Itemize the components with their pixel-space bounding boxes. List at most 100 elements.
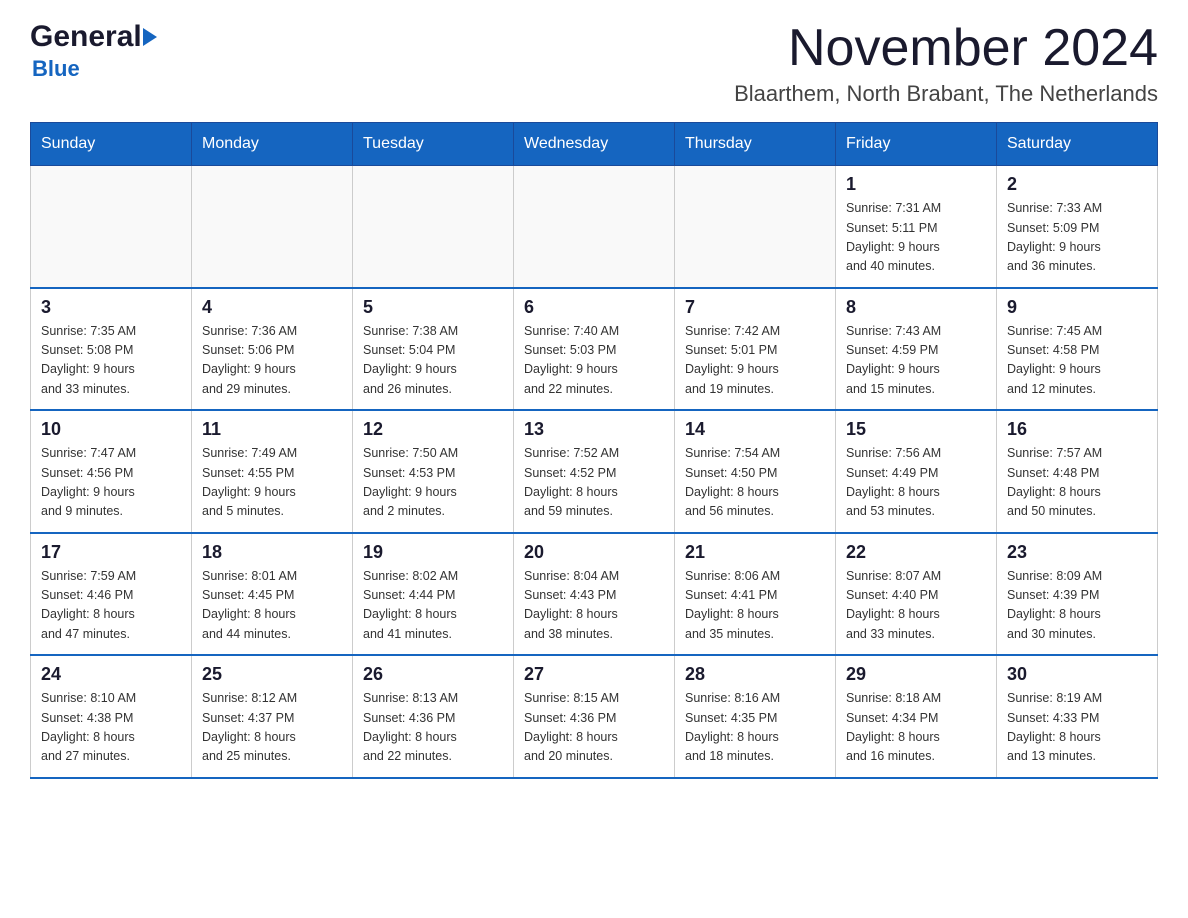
- day-number: 27: [524, 664, 664, 685]
- logo-general: General: [30, 20, 142, 54]
- day-info: Sunrise: 7:52 AM Sunset: 4:52 PM Dayligh…: [524, 444, 664, 522]
- day-info: Sunrise: 8:16 AM Sunset: 4:35 PM Dayligh…: [685, 689, 825, 767]
- day-number: 5: [363, 297, 503, 318]
- day-number: 12: [363, 419, 503, 440]
- day-number: 18: [202, 542, 342, 563]
- logo-blue: Blue: [32, 56, 80, 82]
- day-info: Sunrise: 7:59 AM Sunset: 4:46 PM Dayligh…: [41, 567, 181, 645]
- day-number: 26: [363, 664, 503, 685]
- day-header-sunday: Sunday: [31, 123, 192, 166]
- calendar-cell: 13 Sunrise: 7:52 AM Sunset: 4:52 PM Dayli…: [514, 410, 675, 533]
- calendar-week-2: 3Sunrise: 7:35 AM Sunset: 5:08 PM Daylig…: [31, 288, 1158, 411]
- calendar-table: SundayMondayTuesdayWednesdayThursdayFrid…: [30, 122, 1158, 779]
- logo: General Blue: [30, 20, 157, 82]
- calendar-cell: 24 Sunrise: 8:10 AM Sunset: 4:38 PM Dayli…: [31, 655, 192, 778]
- day-header-friday: Friday: [836, 123, 997, 166]
- day-number: 19: [363, 542, 503, 563]
- day-info: Sunrise: 7:36 AM Sunset: 5:06 PM Dayligh…: [202, 322, 342, 400]
- day-header-tuesday: Tuesday: [353, 123, 514, 166]
- day-number: 20: [524, 542, 664, 563]
- calendar-cell: 9 Sunrise: 7:45 AM Sunset: 4:58 PM Daylig…: [997, 288, 1158, 411]
- day-number: 29: [846, 664, 986, 685]
- day-number: 30: [1007, 664, 1147, 685]
- calendar-cell: 21Sunrise: 8:06 AM Sunset: 4:41 PM Dayli…: [675, 533, 836, 656]
- calendar-cell: 10 Sunrise: 7:47 AM Sunset: 4:56 PM Dayli…: [31, 410, 192, 533]
- day-info: Sunrise: 7:54 AM Sunset: 4:50 PM Dayligh…: [685, 444, 825, 522]
- day-info: Sunrise: 7:38 AM Sunset: 5:04 PM Dayligh…: [363, 322, 503, 400]
- calendar-cell: 28 Sunrise: 8:16 AM Sunset: 4:35 PM Dayli…: [675, 655, 836, 778]
- day-number: 8: [846, 297, 986, 318]
- calendar-cell: 20 Sunrise: 8:04 AM Sunset: 4:43 PM Dayli…: [514, 533, 675, 656]
- day-info: Sunrise: 8:19 AM Sunset: 4:33 PM Dayligh…: [1007, 689, 1147, 767]
- calendar-cell: 8 Sunrise: 7:43 AM Sunset: 4:59 PM Daylig…: [836, 288, 997, 411]
- calendar-body: 1 Sunrise: 7:31 AM Sunset: 5:11 PM Daylig…: [31, 166, 1158, 778]
- day-info: Sunrise: 8:18 AM Sunset: 4:34 PM Dayligh…: [846, 689, 986, 767]
- calendar-week-3: 10 Sunrise: 7:47 AM Sunset: 4:56 PM Dayli…: [31, 410, 1158, 533]
- day-info: Sunrise: 8:09 AM Sunset: 4:39 PM Dayligh…: [1007, 567, 1147, 645]
- day-info: Sunrise: 8:02 AM Sunset: 4:44 PM Dayligh…: [363, 567, 503, 645]
- day-info: Sunrise: 8:10 AM Sunset: 4:38 PM Dayligh…: [41, 689, 181, 767]
- day-number: 14: [685, 419, 825, 440]
- calendar-cell: 26 Sunrise: 8:13 AM Sunset: 4:36 PM Dayli…: [353, 655, 514, 778]
- day-number: 23: [1007, 542, 1147, 563]
- day-info: Sunrise: 7:49 AM Sunset: 4:55 PM Dayligh…: [202, 444, 342, 522]
- day-number: 28: [685, 664, 825, 685]
- calendar-header-row: SundayMondayTuesdayWednesdayThursdayFrid…: [31, 123, 1158, 166]
- day-number: 1: [846, 174, 986, 195]
- calendar-cell: 18 Sunrise: 8:01 AM Sunset: 4:45 PM Dayli…: [192, 533, 353, 656]
- day-number: 24: [41, 664, 181, 685]
- day-number: 9: [1007, 297, 1147, 318]
- calendar-week-5: 24 Sunrise: 8:10 AM Sunset: 4:38 PM Dayli…: [31, 655, 1158, 778]
- day-info: Sunrise: 7:42 AM Sunset: 5:01 PM Dayligh…: [685, 322, 825, 400]
- day-number: 22: [846, 542, 986, 563]
- calendar-week-4: 17 Sunrise: 7:59 AM Sunset: 4:46 PM Dayli…: [31, 533, 1158, 656]
- calendar-cell: 17 Sunrise: 7:59 AM Sunset: 4:46 PM Dayli…: [31, 533, 192, 656]
- day-info: Sunrise: 7:56 AM Sunset: 4:49 PM Dayligh…: [846, 444, 986, 522]
- calendar-cell: 6 Sunrise: 7:40 AM Sunset: 5:03 PM Daylig…: [514, 288, 675, 411]
- day-info: Sunrise: 8:06 AM Sunset: 4:41 PM Dayligh…: [685, 567, 825, 645]
- calendar-cell: 22 Sunrise: 8:07 AM Sunset: 4:40 PM Dayli…: [836, 533, 997, 656]
- day-info: Sunrise: 7:40 AM Sunset: 5:03 PM Dayligh…: [524, 322, 664, 400]
- day-number: 13: [524, 419, 664, 440]
- day-info: Sunrise: 7:43 AM Sunset: 4:59 PM Dayligh…: [846, 322, 986, 400]
- day-number: 15: [846, 419, 986, 440]
- location-subtitle: Blaarthem, North Brabant, The Netherland…: [734, 81, 1158, 107]
- calendar-cell: [31, 166, 192, 288]
- day-header-monday: Monday: [192, 123, 353, 166]
- calendar-cell: 16Sunrise: 7:57 AM Sunset: 4:48 PM Dayli…: [997, 410, 1158, 533]
- day-info: Sunrise: 7:45 AM Sunset: 4:58 PM Dayligh…: [1007, 322, 1147, 400]
- calendar-cell: 3Sunrise: 7:35 AM Sunset: 5:08 PM Daylig…: [31, 288, 192, 411]
- title-section: November 2024 Blaarthem, North Brabant, …: [734, 20, 1158, 107]
- day-number: 17: [41, 542, 181, 563]
- day-info: Sunrise: 7:31 AM Sunset: 5:11 PM Dayligh…: [846, 199, 986, 277]
- day-number: 25: [202, 664, 342, 685]
- day-number: 11: [202, 419, 342, 440]
- day-info: Sunrise: 7:50 AM Sunset: 4:53 PM Dayligh…: [363, 444, 503, 522]
- calendar-header: SundayMondayTuesdayWednesdayThursdayFrid…: [31, 123, 1158, 166]
- day-info: Sunrise: 8:07 AM Sunset: 4:40 PM Dayligh…: [846, 567, 986, 645]
- calendar-cell: [353, 166, 514, 288]
- day-info: Sunrise: 8:15 AM Sunset: 4:36 PM Dayligh…: [524, 689, 664, 767]
- calendar-cell: 14 Sunrise: 7:54 AM Sunset: 4:50 PM Dayli…: [675, 410, 836, 533]
- day-info: Sunrise: 8:12 AM Sunset: 4:37 PM Dayligh…: [202, 689, 342, 767]
- day-info: Sunrise: 8:01 AM Sunset: 4:45 PM Dayligh…: [202, 567, 342, 645]
- day-header-thursday: Thursday: [675, 123, 836, 166]
- day-info: Sunrise: 8:13 AM Sunset: 4:36 PM Dayligh…: [363, 689, 503, 767]
- day-number: 10: [41, 419, 181, 440]
- calendar-cell: 15 Sunrise: 7:56 AM Sunset: 4:49 PM Dayli…: [836, 410, 997, 533]
- calendar-cell: 7Sunrise: 7:42 AM Sunset: 5:01 PM Daylig…: [675, 288, 836, 411]
- day-number: 3: [41, 297, 181, 318]
- calendar-cell: [675, 166, 836, 288]
- day-header-saturday: Saturday: [997, 123, 1158, 166]
- day-info: Sunrise: 8:04 AM Sunset: 4:43 PM Dayligh…: [524, 567, 664, 645]
- day-number: 6: [524, 297, 664, 318]
- day-number: 4: [202, 297, 342, 318]
- day-info: Sunrise: 7:47 AM Sunset: 4:56 PM Dayligh…: [41, 444, 181, 522]
- calendar-cell: 1 Sunrise: 7:31 AM Sunset: 5:11 PM Daylig…: [836, 166, 997, 288]
- day-info: Sunrise: 7:57 AM Sunset: 4:48 PM Dayligh…: [1007, 444, 1147, 522]
- calendar-cell: [514, 166, 675, 288]
- calendar-cell: 25 Sunrise: 8:12 AM Sunset: 4:37 PM Dayli…: [192, 655, 353, 778]
- calendar-cell: 12 Sunrise: 7:50 AM Sunset: 4:53 PM Dayli…: [353, 410, 514, 533]
- calendar-cell: [192, 166, 353, 288]
- calendar-cell: 11 Sunrise: 7:49 AM Sunset: 4:55 PM Dayli…: [192, 410, 353, 533]
